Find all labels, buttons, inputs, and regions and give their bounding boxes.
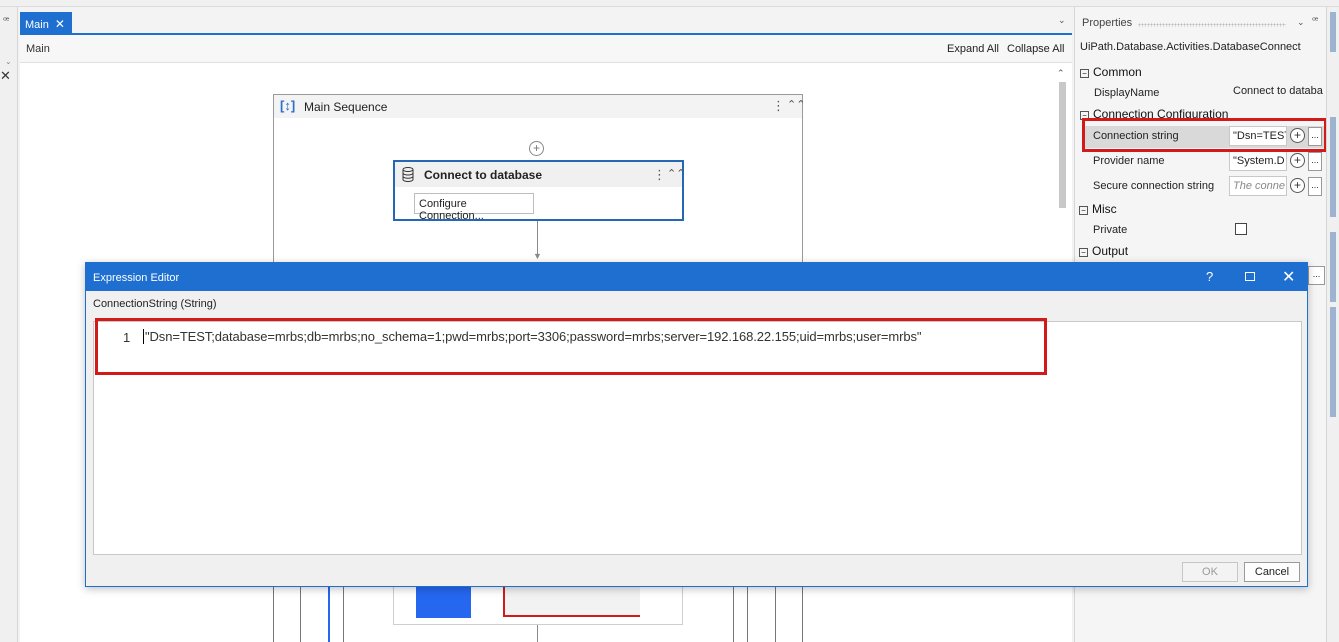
database-icon [402, 167, 414, 182]
plus-icon[interactable]: + [1290, 178, 1305, 193]
nested-border-line [775, 587, 776, 642]
collapse-toggle-icon[interactable]: − [1079, 248, 1088, 257]
configure-connection-button[interactable]: Configure Connection... [414, 193, 534, 222]
property-label-displayname: DisplayName [1094, 87, 1160, 99]
property-label-private: Private [1093, 224, 1128, 236]
nested-border-line [300, 587, 301, 642]
kebab-menu-icon[interactable]: ⋮ [653, 167, 666, 183]
tab-main-label: Main [25, 19, 49, 31]
expand-all-button[interactable]: Expand All [947, 43, 999, 55]
dropdown-arrow-icon[interactable]: ⌄ [5, 57, 12, 66]
maximize-icon[interactable] [1245, 272, 1255, 281]
secure-connection-string-input[interactable]: The conne [1229, 176, 1287, 196]
cancel-button[interactable]: Cancel [1244, 562, 1300, 582]
tab-close-icon[interactable]: ✕ [55, 17, 65, 31]
collapse-all-button[interactable]: Collapse All [1007, 43, 1064, 55]
collapse-icon[interactable]: ⌃⌃ [787, 98, 805, 111]
scrollbar-thumb[interactable] [1059, 82, 1066, 208]
property-value-displayname[interactable]: Connect to databa [1233, 85, 1327, 97]
sequence-border-line [802, 587, 803, 642]
breadcrumb[interactable]: Main [26, 43, 50, 55]
sequence-icon: [↕] [280, 98, 296, 113]
collapse-toggle-icon[interactable]: − [1080, 69, 1089, 78]
dialog-titlebar[interactable]: Expression Editor ? ✕ [86, 263, 1307, 291]
connect-to-database-activity[interactable]: Connect to database ⋮ ⌃⌃ Configure Conne… [393, 160, 685, 222]
left-collapsed-panel: ꟹ ⌄ [0, 7, 18, 642]
chevron-down-icon[interactable]: ⌄ [1058, 15, 1066, 26]
category-common[interactable]: − Common [1080, 65, 1142, 79]
highlight-box-connection-string [1082, 118, 1327, 152]
nested-border-line [343, 587, 344, 642]
close-icon[interactable]: ✕ [1282, 267, 1295, 287]
scroll-up-icon[interactable]: ⌃ [1057, 68, 1065, 79]
flow-connector-line [537, 625, 538, 642]
category-misc[interactable]: − Misc [1079, 202, 1117, 216]
expression-type-label: ConnectionString (String) [93, 298, 217, 310]
ellipsis-button[interactable]: ... [1308, 152, 1322, 171]
breadcrumb-bar: Main Expand All Collapse All [20, 35, 1072, 63]
property-label-secure-connection-string: Secure connection string [1093, 180, 1215, 192]
ok-button[interactable]: OK [1182, 562, 1238, 582]
tab-main[interactable]: Main ✕ [20, 12, 72, 34]
ellipsis-button[interactable]: ... [1308, 177, 1322, 196]
side-tab[interactable] [1330, 12, 1336, 52]
collapse-toggle-icon[interactable]: − [1079, 206, 1088, 215]
highlight-box-expression [95, 318, 1047, 375]
selected-element-preview [416, 586, 471, 618]
flow-connector-line [537, 221, 538, 255]
provider-name-input[interactable]: "System.D [1229, 151, 1287, 171]
top-toolbar-strip [0, 0, 1339, 7]
panel-drag-handle[interactable] [1138, 23, 1286, 27]
kebab-menu-icon[interactable]: ⋮ [772, 98, 785, 114]
ellipsis-button[interactable]: ... [1308, 266, 1325, 285]
properties-title: Properties [1082, 17, 1133, 29]
nested-border-line [733, 587, 734, 642]
pin-icon[interactable]: ꟹ [3, 16, 9, 27]
dialog-title: Expression Editor [93, 272, 180, 284]
right-side-tabs[interactable] [1326, 7, 1339, 642]
collapse-icon[interactable]: ⌃⌃ [667, 167, 685, 180]
side-tab[interactable] [1330, 232, 1336, 302]
sequence-border-line [273, 587, 274, 642]
activity-title: Connect to database [424, 168, 543, 182]
nested-border-line-blue [328, 587, 330, 642]
activity-type-name: UiPath.Database.Activities.DatabaseConne… [1080, 41, 1301, 53]
nested-border-line [747, 587, 748, 642]
private-checkbox[interactable] [1235, 223, 1247, 235]
side-tab[interactable] [1330, 307, 1336, 417]
pin-icon[interactable]: ꟹ [1312, 16, 1318, 27]
close-icon[interactable]: ✕ [0, 68, 12, 84]
category-output[interactable]: − Output [1079, 244, 1128, 258]
highlighted-element-preview [503, 586, 640, 617]
activity-header[interactable]: Connect to database ⋮ ⌃⌃ [395, 162, 685, 187]
arrow-down-icon: ▼ [533, 251, 542, 261]
property-label-provider-name: Provider name [1093, 155, 1165, 167]
help-icon[interactable]: ? [1206, 269, 1213, 284]
chevron-down-icon[interactable]: ⌄ [1297, 17, 1305, 28]
sequence-title: Main Sequence [304, 100, 388, 114]
expression-editor-dialog[interactable]: Expression Editor ? ✕ ConnectionString (… [85, 262, 1308, 587]
add-activity-icon[interactable]: + [529, 141, 544, 156]
main-sequence-header[interactable]: [↕] Main Sequence ⋮ ⌃⌃ [274, 95, 805, 118]
plus-icon[interactable]: + [1290, 153, 1305, 168]
side-tab[interactable] [1330, 117, 1336, 217]
